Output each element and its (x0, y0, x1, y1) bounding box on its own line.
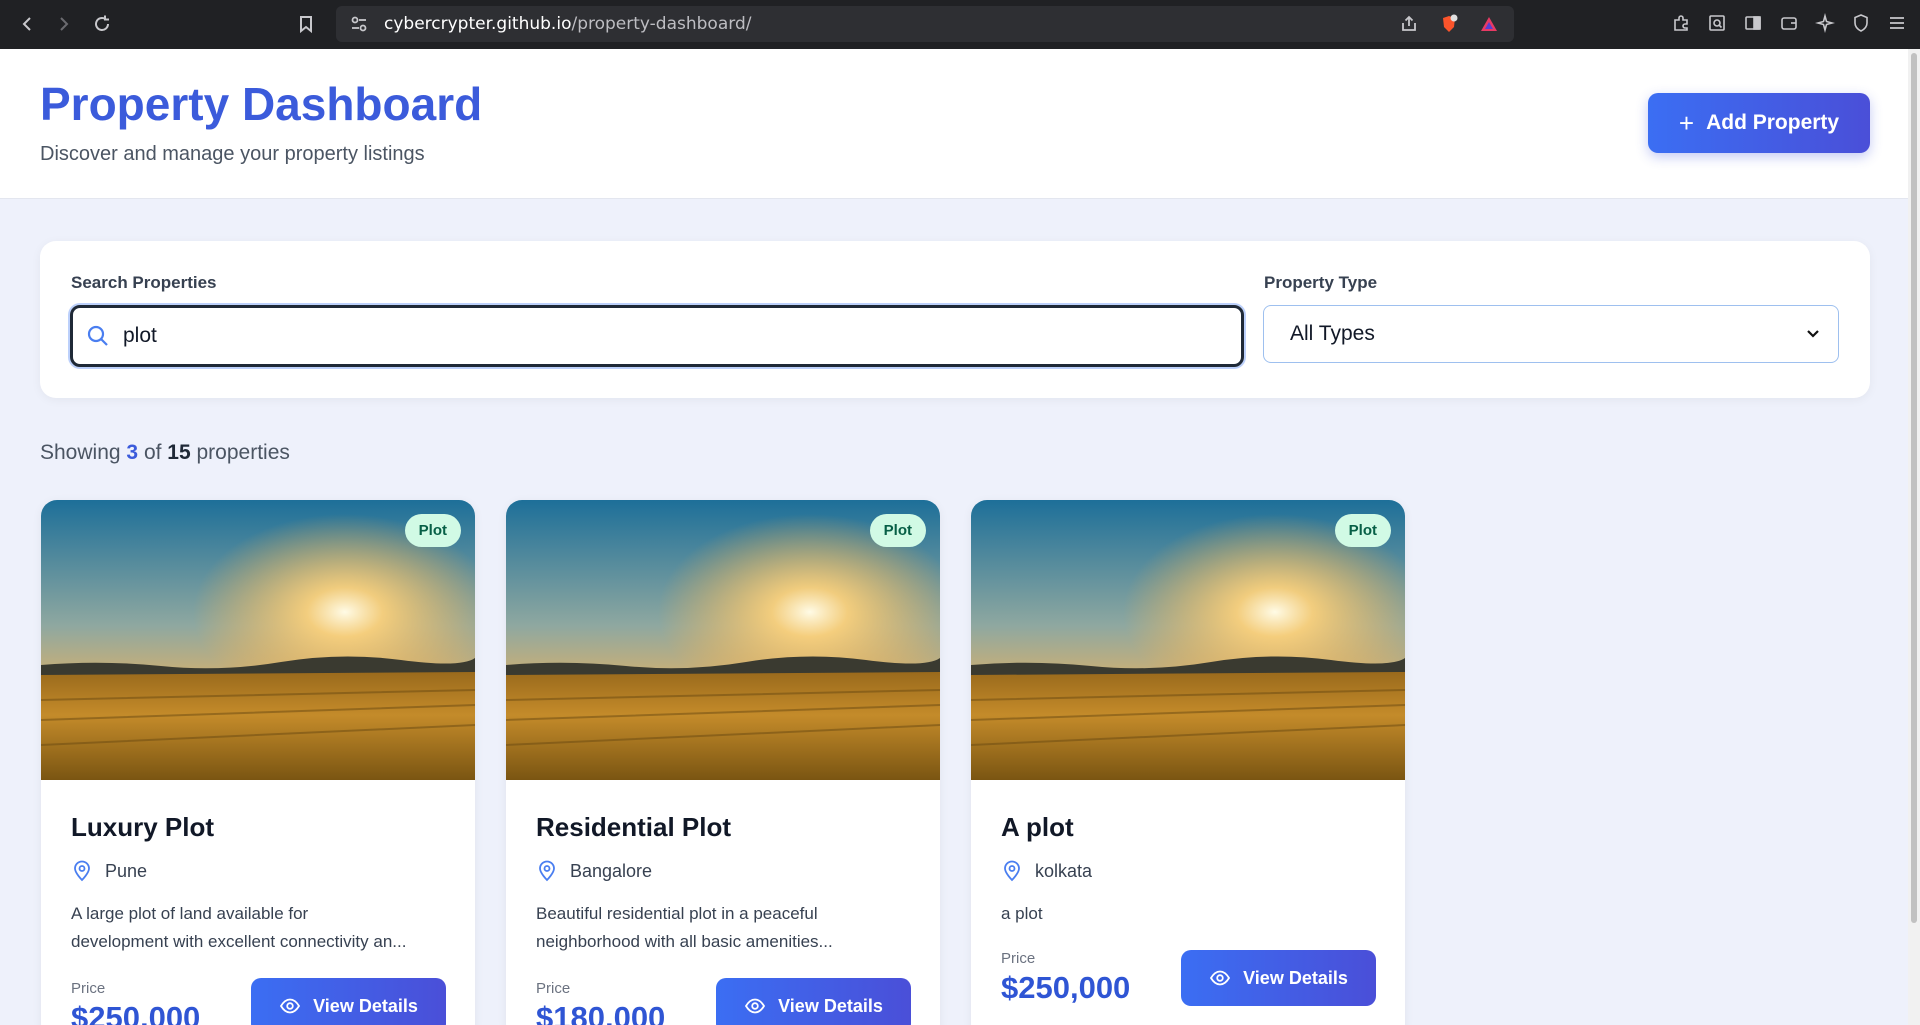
property-type-badge: Plot (869, 514, 926, 547)
property-type-value: All Types (1290, 322, 1375, 345)
reload-icon[interactable] (86, 8, 118, 40)
search-input[interactable]: plot (70, 305, 1244, 367)
vpn-icon[interactable] (1848, 10, 1874, 36)
eye-icon (280, 998, 301, 1014)
add-property-label: Add Property (1706, 111, 1840, 134)
plus-icon: + (1678, 108, 1695, 138)
search-value: plot (123, 324, 157, 347)
menu-icon[interactable] (1884, 10, 1910, 36)
search-label: Search Properties (71, 273, 217, 292)
browser-toolbar: cybercrypter.github.io/property-dashboar… (0, 0, 1920, 49)
bookmark-icon[interactable] (290, 8, 322, 40)
filter-panel: Search Properties plot Property Type All… (40, 241, 1870, 398)
property-type-select[interactable]: All Types (1263, 305, 1839, 363)
chevron-down-icon (1804, 325, 1822, 343)
price-label: Price (536, 980, 571, 997)
property-card: Plot Residential Plot Bangalore Beautifu… (506, 500, 940, 1025)
property-description: Beautiful residential plot in a peaceful… (536, 904, 833, 951)
back-icon[interactable] (11, 8, 43, 40)
page-title: Property Dashboard (40, 78, 483, 130)
forward-icon[interactable] (48, 8, 80, 40)
property-type-badge: Plot (1334, 514, 1391, 547)
property-description: A large plot of land available for devel… (71, 904, 407, 951)
results-count: Showing 3 of 15 properties (40, 441, 290, 464)
location-pin-icon (1001, 860, 1023, 882)
leo-ai-icon[interactable] (1812, 10, 1838, 36)
property-title: Luxury Plot (71, 812, 215, 842)
sidebar-icon[interactable] (1740, 10, 1766, 36)
property-image: Plot (41, 500, 475, 780)
address-bar[interactable]: cybercrypter.github.io/property-dashboar… (336, 6, 1514, 42)
scrollbar-thumb[interactable] (1911, 53, 1917, 923)
property-location: Bangalore (536, 860, 652, 882)
wallet-icon[interactable] (1776, 10, 1802, 36)
extensions-icon[interactable] (1668, 10, 1694, 36)
price-label: Price (1001, 950, 1036, 967)
page-scrollbar[interactable] (1908, 49, 1920, 1025)
price-label: Price (71, 980, 106, 997)
property-location: kolkata (1001, 860, 1092, 882)
property-type-badge: Plot (404, 514, 461, 547)
property-price: $250,000 (1001, 970, 1131, 1005)
search-icon (85, 323, 111, 349)
page-subtitle: Discover and manage your property listin… (40, 143, 425, 165)
property-title: A plot (1001, 812, 1074, 842)
view-details-button[interactable]: View Details (716, 978, 911, 1025)
property-price: $180,000 (536, 1000, 666, 1025)
property-image: Plot (971, 500, 1405, 780)
add-property-button[interactable]: + Add Property (1648, 93, 1870, 153)
brave-shields-icon[interactable] (1436, 11, 1462, 37)
property-description: a plot (1001, 904, 1043, 923)
property-card: Plot A plot kolkata a plot Price $250,00… (971, 500, 1405, 1025)
view-details-button[interactable]: View Details (251, 978, 446, 1025)
brave-rewards-icon[interactable] (1476, 11, 1502, 37)
view-details-button[interactable]: View Details (1181, 950, 1376, 1006)
site-settings-icon[interactable] (348, 13, 370, 35)
property-card: Plot Luxury Plot Pune A large plot of la… (41, 500, 475, 1025)
url-text: cybercrypter.github.io/property-dashboar… (384, 14, 752, 34)
property-title: Residential Plot (536, 812, 732, 842)
property-type-label: Property Type (1264, 273, 1378, 292)
property-price: $250,000 (71, 1000, 201, 1025)
property-image: Plot (506, 500, 940, 780)
location-pin-icon (536, 860, 558, 882)
location-pin-icon (71, 860, 93, 882)
eye-icon (1210, 970, 1231, 986)
property-location: Pune (71, 860, 147, 882)
page-header: Property Dashboard Discover and manage y… (0, 49, 1908, 199)
eye-icon (745, 998, 766, 1014)
reader-mode-icon[interactable] (1704, 10, 1730, 36)
share-icon[interactable] (1396, 11, 1422, 37)
